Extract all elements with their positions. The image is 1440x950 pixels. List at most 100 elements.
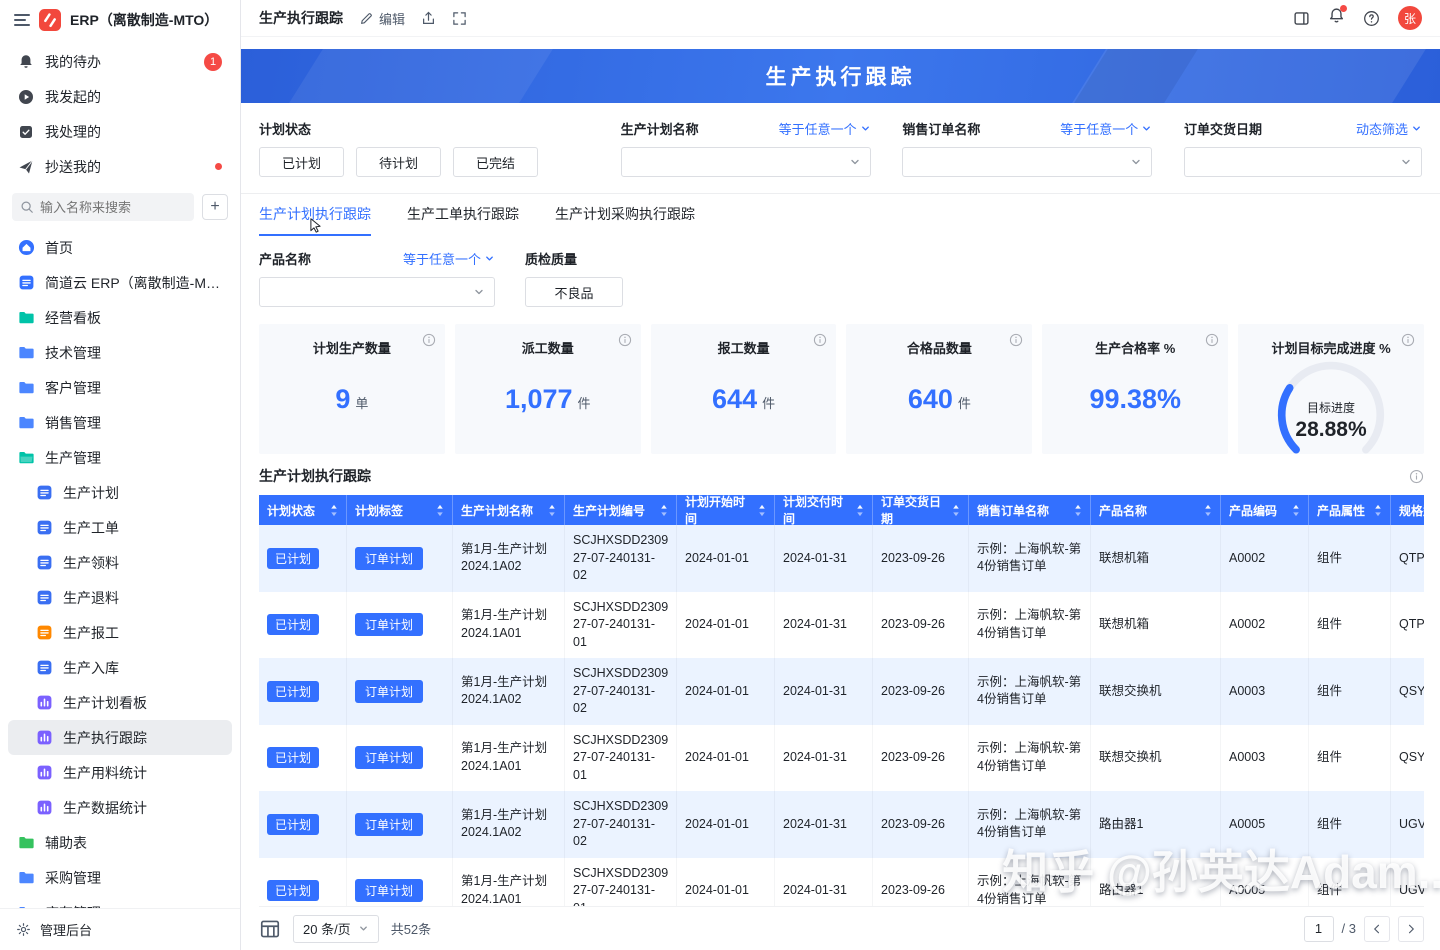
- sidebar-item-production-material-stats[interactable]: 生产用料统计: [8, 755, 232, 790]
- search-input-wrap[interactable]: [12, 193, 194, 221]
- column-header-delivery[interactable]: 订单交货日期: [873, 495, 969, 525]
- defective-button[interactable]: 不良品: [525, 277, 623, 307]
- plan-name-select[interactable]: [621, 147, 871, 177]
- info-icon[interactable]: [1205, 333, 1219, 347]
- dynamic-filter-dropdown[interactable]: 动态筛选: [1356, 119, 1422, 138]
- column-header-status[interactable]: 计划状态: [259, 495, 347, 525]
- tab-purchase-tracking[interactable]: 生产计划采购执行跟踪: [555, 194, 695, 236]
- status-badge: 已计划: [267, 614, 319, 635]
- cell-spec: UGV-20: [1391, 858, 1424, 907]
- plan-tag-button[interactable]: 订单计划: [355, 813, 423, 836]
- column-settings-icon[interactable]: [259, 918, 281, 940]
- menu-toggle-icon[interactable]: [14, 14, 30, 26]
- column-header-due[interactable]: 计划交付时间: [775, 495, 873, 525]
- add-button[interactable]: +: [202, 194, 228, 220]
- notifications-button[interactable]: [1328, 7, 1345, 29]
- admin-console-link[interactable]: 管理后台: [0, 908, 240, 950]
- chevron-down-icon: [1400, 156, 1412, 168]
- sidebar-item-customer-mgmt[interactable]: 客户管理: [8, 370, 232, 405]
- edit-button[interactable]: 编辑: [359, 9, 405, 28]
- operator-dropdown[interactable]: 等于任意一个: [779, 119, 871, 138]
- sales-order-select[interactable]: [902, 147, 1152, 177]
- info-icon[interactable]: [618, 333, 632, 347]
- plan-status-option-2[interactable]: 已完结: [453, 147, 538, 177]
- plan-tag-button[interactable]: 订单计划: [355, 879, 423, 902]
- operator-dropdown[interactable]: 等于任意一个: [403, 249, 495, 268]
- sidebar-menu-cc-to-me[interactable]: 抄送我的: [8, 149, 232, 184]
- cell-due: 2024-01-31: [775, 525, 873, 592]
- plan-tag-button[interactable]: 订单计划: [355, 746, 423, 769]
- sidebar-item-inventory-mgmt[interactable]: 库存管理: [8, 895, 232, 908]
- column-header-start[interactable]: 计划开始时间: [677, 495, 775, 525]
- avatar[interactable]: 张: [1398, 6, 1422, 30]
- cell-attr: 组件: [1309, 525, 1391, 592]
- sidebar-item-production-workorder[interactable]: 生产工单: [8, 510, 232, 545]
- help-icon[interactable]: [1363, 10, 1380, 27]
- stat-title: 计划目标完成进度 %: [1271, 338, 1390, 357]
- cell-name: 第1月-生产计划 2024.1A02: [453, 525, 565, 592]
- plan-status-option-1[interactable]: 待计划: [356, 147, 441, 177]
- operator-dropdown[interactable]: 等于任意一个: [1060, 119, 1152, 138]
- stat-value-number: 9: [335, 384, 350, 415]
- column-header-tag[interactable]: 计划标签: [347, 495, 453, 525]
- sidebar-item-production-mgmt[interactable]: 生产管理: [8, 440, 232, 475]
- info-icon[interactable]: [1409, 469, 1424, 484]
- filter-label: 销售订单名称: [902, 119, 980, 138]
- cell-code: SCJHXSDD2309 27-07-240131-01: [565, 592, 677, 659]
- plan-tag-button[interactable]: 订单计划: [355, 613, 423, 636]
- panel-toggle-icon[interactable]: [1293, 10, 1310, 27]
- column-header-spec[interactable]: 规格型号: [1391, 495, 1424, 525]
- filter-plan-status: 计划状态 已计划待计划已完结: [259, 119, 589, 177]
- plan-status-option-0[interactable]: 已计划: [259, 147, 344, 177]
- prev-page-button[interactable]: [1364, 916, 1390, 942]
- column-header-code[interactable]: 生产计划编号: [565, 495, 677, 525]
- sidebar-item-purchase-mgmt[interactable]: 采购管理: [8, 860, 232, 895]
- page-size-label: 20 条/页: [303, 919, 351, 938]
- page-size-select[interactable]: 20 条/页: [293, 915, 379, 943]
- current-page-input[interactable]: 1: [1304, 916, 1334, 942]
- sidebar-item-business-board[interactable]: 经营看板: [8, 300, 232, 335]
- stat-card-2: 报工数量644件: [651, 324, 837, 454]
- tab-plan-tracking[interactable]: 生产计划执行跟踪: [259, 194, 371, 236]
- sidebar-item-production-instock[interactable]: 生产入库: [8, 650, 232, 685]
- sidebar-item-sales-mgmt[interactable]: 销售管理: [8, 405, 232, 440]
- sidebar-item-production-plan-board[interactable]: 生产计划看板: [8, 685, 232, 720]
- sidebar-item-production-return[interactable]: 生产退料: [8, 580, 232, 615]
- info-icon[interactable]: [813, 333, 827, 347]
- sidebar-item-production-tracking[interactable]: 生产执行跟踪: [8, 720, 232, 755]
- info-icon[interactable]: [422, 333, 436, 347]
- sidebar-menu-my-todo[interactable]: 我的待办1: [8, 44, 232, 79]
- product-name-select[interactable]: [259, 277, 495, 307]
- sidebar-item-app-root[interactable]: 简道云 ERP（离散制造-MTO）...: [8, 265, 232, 300]
- filter-label: 产品名称: [259, 249, 311, 268]
- info-icon[interactable]: [1009, 333, 1023, 347]
- next-page-button[interactable]: [1398, 916, 1424, 942]
- column-header-product[interactable]: 产品名称: [1091, 495, 1221, 525]
- tab-workorder-tracking[interactable]: 生产工单执行跟踪: [407, 194, 519, 236]
- search-input[interactable]: [40, 200, 186, 215]
- column-header-order[interactable]: 销售订单名称: [969, 495, 1091, 525]
- sidebar-item-production-picking[interactable]: 生产领料: [8, 545, 232, 580]
- fullscreen-button[interactable]: [452, 11, 467, 26]
- sidebar-menu-my-initiated[interactable]: 我发起的: [8, 79, 232, 114]
- sidebar-item-tech-mgmt[interactable]: 技术管理: [8, 335, 232, 370]
- share-button[interactable]: [421, 11, 436, 26]
- sidebar-item-aux-tables[interactable]: 辅助表: [8, 825, 232, 860]
- cell-product: 路由器1: [1091, 791, 1221, 858]
- sidebar-item-production-report[interactable]: 生产报工: [8, 615, 232, 650]
- plan-tag-button[interactable]: 订单计划: [355, 680, 423, 703]
- sidebar-menu-my-processed[interactable]: 我处理的: [8, 114, 232, 149]
- sidebar-item-production-plan[interactable]: 生产计划: [8, 475, 232, 510]
- column-header-attr[interactable]: 产品属性: [1309, 495, 1391, 525]
- column-header-pcode[interactable]: 产品编码: [1221, 495, 1309, 525]
- sidebar-item-home[interactable]: 首页: [8, 230, 232, 265]
- column-header-name[interactable]: 生产计划名称: [453, 495, 565, 525]
- sidebar-item-production-data-stats[interactable]: 生产数据统计: [8, 790, 232, 825]
- menu-item-label: 我的待办: [45, 52, 101, 72]
- plan-tag-button[interactable]: 订单计划: [355, 547, 423, 570]
- cell-due: 2024-01-31: [775, 725, 873, 792]
- cell-pcode: A0002: [1221, 592, 1309, 659]
- status-badge: 已计划: [267, 747, 319, 768]
- info-icon[interactable]: [1401, 333, 1415, 347]
- delivery-date-select[interactable]: [1184, 147, 1422, 177]
